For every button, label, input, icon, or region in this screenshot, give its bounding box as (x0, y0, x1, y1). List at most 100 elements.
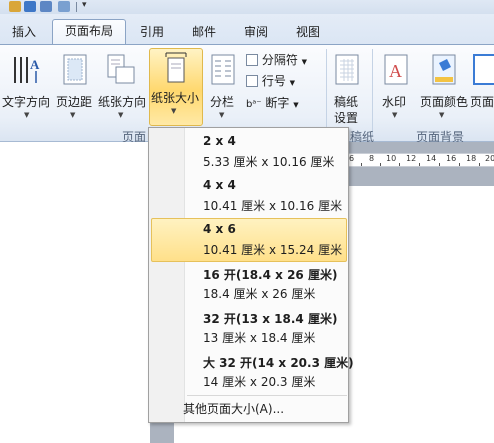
tab-insert[interactable]: 插入 (4, 21, 44, 46)
paper-size-icon (165, 52, 187, 83)
margins-label: 页边距 (56, 95, 93, 109)
group-separator (372, 49, 373, 137)
size-label: 纸张大小 (151, 91, 200, 105)
draft-settings-button[interactable]: 稿纸 设置 (330, 49, 364, 125)
watermark-label: 水印 (382, 95, 407, 109)
svg-text:A: A (389, 61, 402, 81)
hyphenation-button[interactable]: bᵃ⁻ 断字 ▼ (246, 94, 299, 111)
paper-size-option[interactable]: 16 开(18.4 x 26 厘米) 18.4 厘米 x 26 厘米 (151, 262, 347, 306)
option-dimensions: 18.4 厘米 x 26 厘米 (203, 287, 316, 301)
line-numbers-button[interactable]: 行号 ▼ (246, 72, 295, 89)
text-direction-button[interactable]: A 文字方向 ▼ (2, 49, 52, 125)
ruler-number: 6 (349, 154, 355, 163)
columns-icon (211, 54, 235, 85)
breaks-button[interactable]: 分隔符 ▼ (246, 51, 307, 68)
orientation-icon (107, 54, 135, 84)
tab-view[interactable]: 视图 (288, 21, 328, 46)
ruler-tick (380, 163, 381, 166)
page-break-icon (246, 54, 258, 66)
ruler-number: 10 (386, 154, 397, 163)
orientation-label: 纸张方向 (98, 95, 147, 109)
option-dimensions: 10.41 厘米 x 15.24 厘米 (203, 243, 343, 257)
page-borders-label: 页面 (470, 95, 494, 109)
option-dimensions: 14 厘米 x 20.3 厘米 (203, 375, 316, 389)
page-color-button[interactable]: 页面颜色 ▼ (418, 49, 468, 125)
orientation-button[interactable]: 纸张方向 ▼ (96, 49, 148, 125)
ruler-number: 16 (446, 154, 457, 163)
text-direction-icon: A (14, 57, 40, 83)
chevron-down-icon: ▼ (293, 101, 299, 109)
watermark-icon: A (384, 54, 408, 85)
menu-separator (187, 395, 347, 396)
tab-review[interactable]: 审阅 (236, 21, 276, 46)
paper-size-option[interactable]: 4 x 4 10.41 厘米 x 10.16 厘米 (151, 174, 347, 218)
margins-icon (63, 54, 87, 85)
draft-paper-icon (335, 54, 359, 85)
chevron-down-icon: ▼ (171, 107, 177, 115)
document-left-margin (0, 142, 150, 443)
option-title: 4 x 4 (203, 178, 236, 192)
chevron-down-icon: ▼ (118, 111, 124, 119)
ruler-tick (459, 163, 460, 166)
watermark-button[interactable]: A 水印 ▼ (378, 49, 414, 125)
save-icon[interactable] (9, 1, 21, 12)
paper-size-menu: 2 x 4 5.33 厘米 x 10.16 厘米 4 x 4 10.41 厘米 … (148, 127, 354, 423)
chevron-down-icon: ▼ (219, 111, 225, 119)
option-dimensions: 5.33 厘米 x 10.16 厘米 (203, 155, 335, 169)
draft-settings-label-1: 稿纸 (334, 95, 359, 109)
margins-button[interactable]: 页边距 ▼ (54, 49, 94, 125)
columns-button[interactable]: 分栏 ▼ (206, 49, 240, 125)
draft-settings-label-2: 设置 (334, 111, 359, 125)
option-dimensions: 10.41 厘米 x 10.16 厘米 (203, 199, 343, 213)
ruler-number: 8 (369, 154, 375, 163)
print-preview-icon[interactable] (24, 1, 36, 12)
paper-size-option[interactable]: 32 开(13 x 18.4 厘米) 13 厘米 x 18.4 厘米 (151, 306, 347, 350)
tab-page-layout[interactable]: 页面布局 (52, 19, 126, 44)
tab-mailings[interactable]: 邮件 (184, 21, 224, 46)
ribbon-tabs: 插入 页面布局 引用 邮件 审阅 视图 (0, 14, 494, 45)
paper-size-option-selected[interactable]: 4 x 6 10.41 厘米 x 15.24 厘米 (151, 218, 347, 262)
toolbar-separator (76, 2, 77, 12)
ruler-number: 12 (406, 154, 417, 163)
ruler-tick (419, 163, 420, 166)
quick-access-toolbar: ▾ (0, 0, 494, 14)
option-title: 大 32 开(14 x 20.3 厘米) (203, 356, 354, 370)
option-title: 2 x 4 (203, 134, 236, 148)
customize-toolbar-icon[interactable]: ▾ (82, 0, 87, 10)
page-borders-button[interactable]: 页面 (470, 49, 494, 125)
redo-icon[interactable] (58, 1, 70, 12)
ruler-tick (439, 163, 440, 166)
page-color-icon (432, 54, 456, 85)
page-borders-icon (473, 54, 494, 85)
more-paper-sizes-item[interactable]: 其他页面大小(A)... (183, 400, 284, 417)
chevron-down-icon: ▼ (24, 111, 30, 119)
hyphenation-icon: bᵃ⁻ (246, 99, 262, 110)
chevron-down-icon: ▼ (70, 111, 76, 119)
paper-size-option[interactable]: 2 x 4 5.33 厘米 x 10.16 厘米 (151, 130, 347, 174)
ruler-number: 14 (426, 154, 437, 163)
option-title: 4 x 6 (203, 222, 236, 236)
text-direction-label: 文字方向 (2, 95, 51, 109)
option-title: 16 开(18.4 x 26 厘米) (203, 268, 338, 282)
horizontal-ruler[interactable]: 6 8 10 12 14 16 18 20 (347, 153, 494, 167)
size-button[interactable]: 纸张大小 ▼ (149, 48, 203, 126)
ruler-number: 18 (466, 154, 477, 163)
paper-size-option[interactable]: 大 32 开(14 x 20.3 厘米) 14 厘米 x 20.3 厘米 (151, 350, 354, 394)
hyphenation-label: 断字 (265, 96, 290, 110)
ruler-tick (479, 163, 480, 166)
ruler-tick (361, 163, 362, 166)
tab-references[interactable]: 引用 (132, 21, 172, 46)
ruler-number: 20 (485, 154, 494, 163)
columns-label: 分栏 (210, 95, 235, 109)
chevron-down-icon: ▼ (289, 79, 296, 87)
option-title: 32 开(13 x 18.4 厘米) (203, 312, 338, 326)
baidu-jingyan-watermark: Baidu 经验 (358, 402, 475, 427)
page-color-label: 页面颜色 (420, 95, 469, 109)
option-dimensions: 13 厘米 x 18.4 厘米 (203, 331, 316, 345)
undo-icon[interactable] (40, 1, 52, 12)
group-separator (326, 49, 327, 137)
chevron-down-icon: ▼ (439, 111, 445, 119)
line-numbers-label: 行号 (261, 74, 286, 88)
ruler-tick (399, 163, 400, 166)
chevron-down-icon: ▼ (301, 58, 308, 66)
